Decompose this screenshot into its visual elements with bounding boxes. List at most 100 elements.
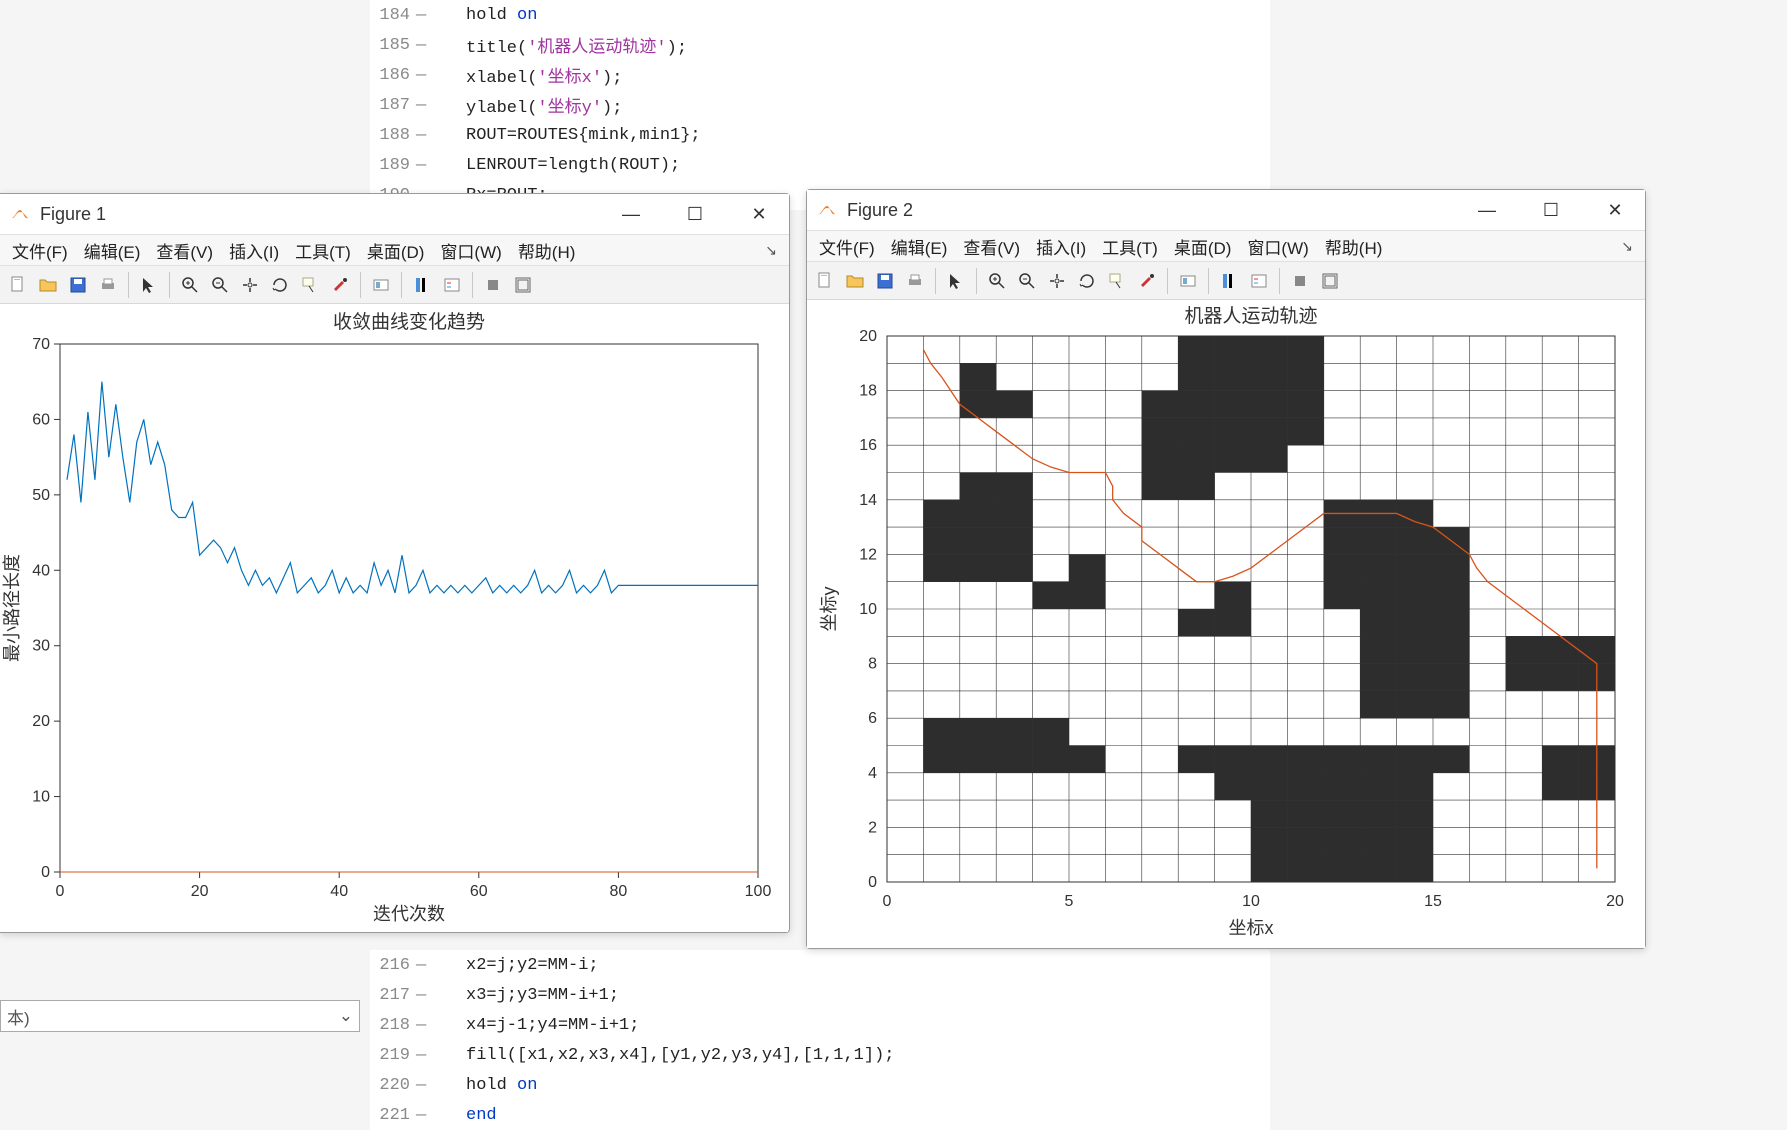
menu-item[interactable]: 工具(T) [289, 236, 357, 265]
zoom-in-icon[interactable] [176, 271, 204, 299]
datacursor-icon[interactable] [296, 271, 324, 299]
figure-1-window[interactable]: Figure 1— ☐ ✕ 文件(F)编辑(E)查看(V)插入(I)工具(T)桌面(D… [0, 193, 790, 933]
code-editor-bottom[interactable]: 216—x2=j;y2=MM-i;217—x3=j;y3=MM-i+1;218—… [370, 950, 1270, 1130]
code-text: x3=j;y3=MM-i+1; [436, 986, 619, 1005]
workspace-dropdown[interactable]: 本) ⌄ [0, 1000, 360, 1032]
code-line[interactable]: 217—x3=j;y3=MM-i+1; [370, 980, 1270, 1010]
layout-icon[interactable] [1316, 267, 1344, 295]
svg-text:12: 12 [859, 546, 877, 563]
menu-item[interactable]: 桌面(D) [361, 236, 431, 265]
menu-item[interactable]: 帮助(H) [512, 236, 582, 265]
svg-text:20: 20 [32, 713, 50, 730]
print-icon[interactable] [94, 271, 122, 299]
line-number: 217 [370, 986, 416, 1005]
plot-area[interactable]: 0510152002468101214161820机器人运动轨迹坐标x坐标y [807, 300, 1645, 948]
line-number: 218 [370, 1016, 416, 1035]
svg-text:收敛曲线变化趋势: 收敛曲线变化趋势 [333, 311, 485, 333]
datacursor-icon[interactable] [1103, 267, 1131, 295]
rotate-icon[interactable] [266, 271, 294, 299]
menu-item[interactable]: 桌面(D) [1168, 232, 1238, 261]
zoom-out-icon[interactable] [206, 271, 234, 299]
code-line[interactable]: 218—x4=j-1;y4=MM-i+1; [370, 1010, 1270, 1040]
maximize-button[interactable]: ☐ [675, 199, 715, 229]
svg-text:0: 0 [883, 893, 892, 910]
svg-text:6: 6 [868, 710, 877, 727]
toolbar [807, 262, 1645, 300]
plot-area[interactable]: 010203040506070020406080100收敛曲线变化趋势迭代次数最… [0, 304, 788, 932]
code-line[interactable]: 220—hold on [370, 1070, 1270, 1100]
zoom-out-icon[interactable] [1013, 267, 1041, 295]
line-number: 188 [370, 126, 416, 145]
dock-icon[interactable]: ↘ [1615, 236, 1639, 257]
save-icon[interactable] [64, 271, 92, 299]
minimize-button[interactable]: — [611, 199, 651, 229]
code-line[interactable]: 185—title('机器人运动轨迹'); [370, 30, 1270, 60]
svg-text:18: 18 [859, 383, 877, 400]
zoom-in-icon[interactable] [983, 267, 1011, 295]
save-icon[interactable] [871, 267, 899, 295]
svg-text:20: 20 [859, 328, 877, 345]
menu-item[interactable]: 文件(F) [6, 236, 74, 265]
menu-item[interactable]: 文件(F) [813, 232, 881, 261]
print-icon[interactable] [901, 267, 929, 295]
svg-text:5: 5 [1065, 893, 1074, 910]
stop-icon[interactable] [479, 271, 507, 299]
pan-icon[interactable] [1043, 267, 1071, 295]
new-file-icon[interactable] [4, 271, 32, 299]
code-line[interactable]: 219—fill([x1,x2,x3,x4],[y1,y2,y3,y4],[1,… [370, 1040, 1270, 1070]
open-folder-icon[interactable] [34, 271, 62, 299]
svg-text:迭代次数: 迭代次数 [373, 904, 445, 924]
menu-item[interactable]: 窗口(W) [1241, 232, 1314, 261]
legend-icon[interactable] [438, 271, 466, 299]
open-folder-icon[interactable] [841, 267, 869, 295]
link-icon[interactable] [367, 271, 395, 299]
code-text: xlabel('坐标x'); [436, 62, 622, 88]
link-icon[interactable] [1174, 267, 1202, 295]
menu-item[interactable]: 工具(T) [1096, 232, 1164, 261]
rotate-icon[interactable] [1073, 267, 1101, 295]
arrow-icon[interactable] [942, 267, 970, 295]
svg-text:40: 40 [330, 883, 348, 900]
code-line[interactable]: 186—xlabel('坐标x'); [370, 60, 1270, 90]
stop-icon[interactable] [1286, 267, 1314, 295]
menu-item[interactable]: 窗口(W) [434, 236, 507, 265]
minimize-button[interactable]: — [1467, 195, 1507, 225]
code-editor-top[interactable]: 184—hold on185—title('机器人运动轨迹');186—xlab… [370, 0, 1270, 210]
code-line[interactable]: 221—end [370, 1100, 1270, 1130]
new-file-icon[interactable] [811, 267, 839, 295]
menu-item[interactable]: 编辑(E) [78, 236, 147, 265]
close-button[interactable]: ✕ [1595, 195, 1635, 225]
window-title: Figure 1 [40, 204, 611, 225]
colorbar-icon[interactable] [408, 271, 436, 299]
menu-item[interactable]: 查看(V) [957, 232, 1026, 261]
menu-item[interactable]: 编辑(E) [885, 232, 954, 261]
svg-text:坐标y: 坐标y [819, 587, 839, 632]
close-button[interactable]: ✕ [739, 199, 779, 229]
menu-item[interactable]: 插入(I) [1030, 232, 1092, 261]
colorbar-icon[interactable] [1215, 267, 1243, 295]
line-number: 219 [370, 1046, 416, 1065]
pan-icon[interactable] [236, 271, 264, 299]
maximize-button[interactable]: ☐ [1531, 195, 1571, 225]
code-text: hold on [436, 6, 537, 25]
layout-icon[interactable] [509, 271, 537, 299]
brush-icon[interactable] [1133, 267, 1161, 295]
arrow-icon[interactable] [135, 271, 163, 299]
figure-2-window[interactable]: Figure 2—☐✕文件(F)编辑(E)查看(V)插入(I)工具(T)桌面(D… [806, 189, 1646, 949]
line-number: 189 [370, 156, 416, 175]
menu-item[interactable]: 帮助(H) [1319, 232, 1389, 261]
brush-icon[interactable] [326, 271, 354, 299]
svg-text:0: 0 [41, 864, 50, 881]
code-line[interactable]: 188—ROUT=ROUTES{mink,min1}; [370, 120, 1270, 150]
dock-icon[interactable]: ↘ [759, 240, 783, 261]
code-line[interactable]: 187—ylabel('坐标y'); [370, 90, 1270, 120]
code-line[interactable]: 216—x2=j;y2=MM-i; [370, 950, 1270, 980]
svg-text:最小路径长度: 最小路径长度 [2, 554, 22, 662]
legend-icon[interactable] [1245, 267, 1273, 295]
code-line[interactable]: 184—hold on [370, 0, 1270, 30]
menu-item[interactable]: 插入(I) [223, 236, 285, 265]
svg-text:15: 15 [1424, 893, 1442, 910]
menu-item[interactable]: 查看(V) [150, 236, 219, 265]
code-text: LENROUT=length(ROUT); [436, 156, 680, 175]
code-line[interactable]: 189—LENROUT=length(ROUT); [370, 150, 1270, 180]
